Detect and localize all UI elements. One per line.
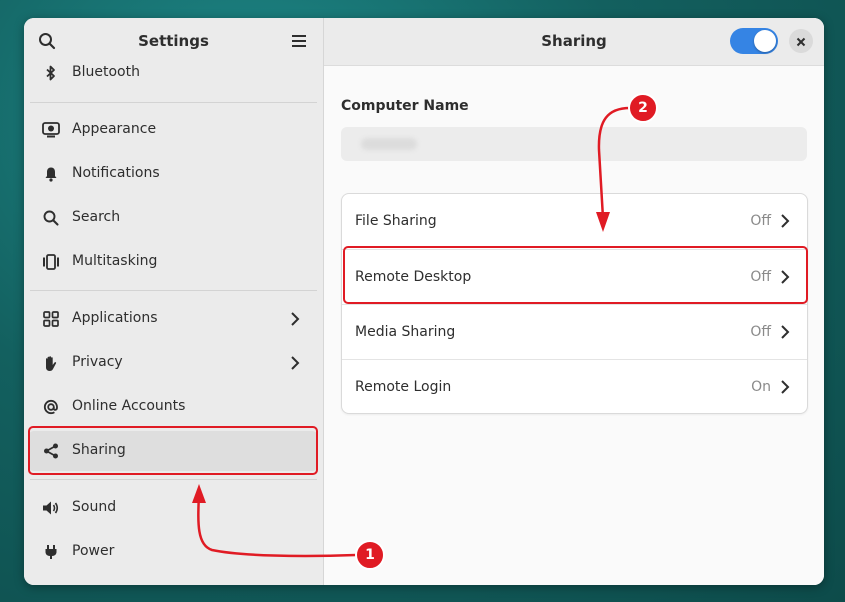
row-status: Off [750, 213, 771, 229]
sidebar-item-bluetooth[interactable]: Bluetooth [28, 53, 318, 93]
sidebar-item-label: Power [72, 543, 115, 559]
sidebar-divider [30, 479, 317, 480]
speaker-icon [42, 499, 60, 517]
close-button[interactable] [789, 29, 813, 53]
row-file-sharing[interactable]: File Sharing Off [342, 194, 807, 249]
row-label: Remote Login [355, 379, 452, 395]
row-label: File Sharing [355, 213, 437, 229]
row-status: On [751, 379, 771, 395]
sidebar-item-label: Privacy [72, 354, 123, 370]
computer-name-field[interactable] [341, 127, 807, 161]
chevron-right-icon [286, 354, 304, 372]
sidebar-item-applications[interactable]: Applications [28, 299, 318, 339]
sidebar: Settings Bluetooth Appearance Notificati… [24, 18, 324, 585]
chevron-right-icon [777, 212, 793, 230]
sidebar-item-sound[interactable]: Sound [28, 488, 318, 528]
hand-icon [42, 354, 60, 372]
chevron-right-icon [777, 323, 793, 341]
sidebar-title: Settings [138, 32, 209, 50]
computer-name-label: Computer Name [341, 98, 469, 114]
row-remote-login[interactable]: Remote Login On [342, 359, 807, 415]
sidebar-item-label: Online Accounts [72, 398, 186, 414]
sidebar-divider [30, 102, 317, 103]
sidebar-item-label: Notifications [72, 165, 160, 181]
sidebar-divider [30, 290, 317, 291]
sidebar-item-label: Bluetooth [72, 64, 140, 80]
computer-name-value [361, 138, 417, 150]
toggle-knob [754, 30, 776, 52]
grid-icon [42, 310, 60, 328]
sidebar-item-online-accounts[interactable]: Online Accounts [28, 387, 318, 427]
bluetooth-icon [42, 64, 60, 82]
close-icon [796, 32, 806, 51]
appearance-icon [42, 121, 60, 139]
chevron-right-icon [286, 310, 304, 328]
sidebar-item-multitasking[interactable]: Multitasking [28, 242, 318, 282]
sidebar-item-power[interactable]: Power [28, 532, 318, 572]
sharing-toggle[interactable] [730, 28, 778, 54]
plug-icon [42, 543, 60, 561]
sidebar-item-appearance[interactable]: Appearance [28, 110, 318, 150]
main-header: Sharing [324, 18, 824, 66]
remote-desktop-highlight-box [343, 246, 808, 304]
step-1-badge: 1 [355, 540, 385, 570]
sidebar-item-search[interactable]: Search [28, 198, 318, 238]
sidebar-item-label: Sound [72, 499, 117, 515]
row-status: Off [750, 324, 771, 340]
at-icon [42, 398, 60, 416]
bell-icon [42, 165, 60, 183]
sidebar-item-label: Applications [72, 310, 158, 326]
row-media-sharing[interactable]: Media Sharing Off [342, 304, 807, 360]
row-label: Media Sharing [355, 324, 456, 340]
sidebar-item-notifications[interactable]: Notifications [28, 154, 318, 194]
sidebar-item-label: Appearance [72, 121, 157, 137]
chevron-right-icon [777, 378, 793, 396]
sidebar-item-label: Multitasking [72, 253, 158, 269]
step-2-badge: 2 [628, 93, 658, 123]
sharing-highlight-box [28, 426, 318, 475]
sidebar-item-label: Search [72, 209, 121, 225]
multitasking-icon [42, 253, 60, 271]
sidebar-item-privacy[interactable]: Privacy [28, 343, 318, 383]
search-icon [42, 209, 60, 227]
hamburger-menu-icon[interactable] [288, 30, 310, 52]
